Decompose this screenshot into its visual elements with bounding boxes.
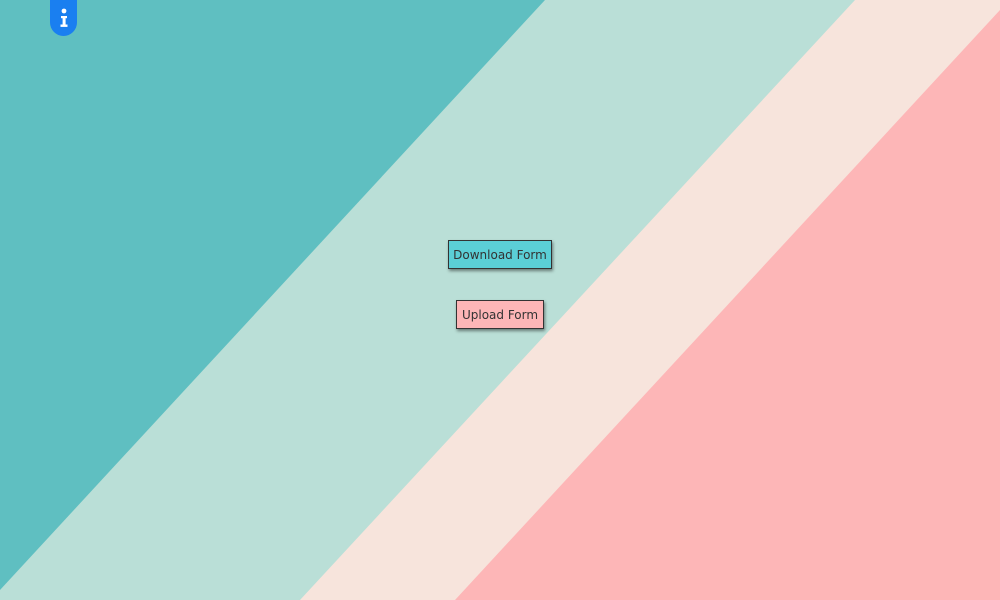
info-glyph-icon xyxy=(60,8,67,27)
page-canvas: Download Form Upload Form xyxy=(0,0,1000,600)
upload-form-button[interactable]: Upload Form xyxy=(456,300,544,329)
info-icon[interactable] xyxy=(50,0,77,36)
download-form-button[interactable]: Download Form xyxy=(448,240,552,269)
